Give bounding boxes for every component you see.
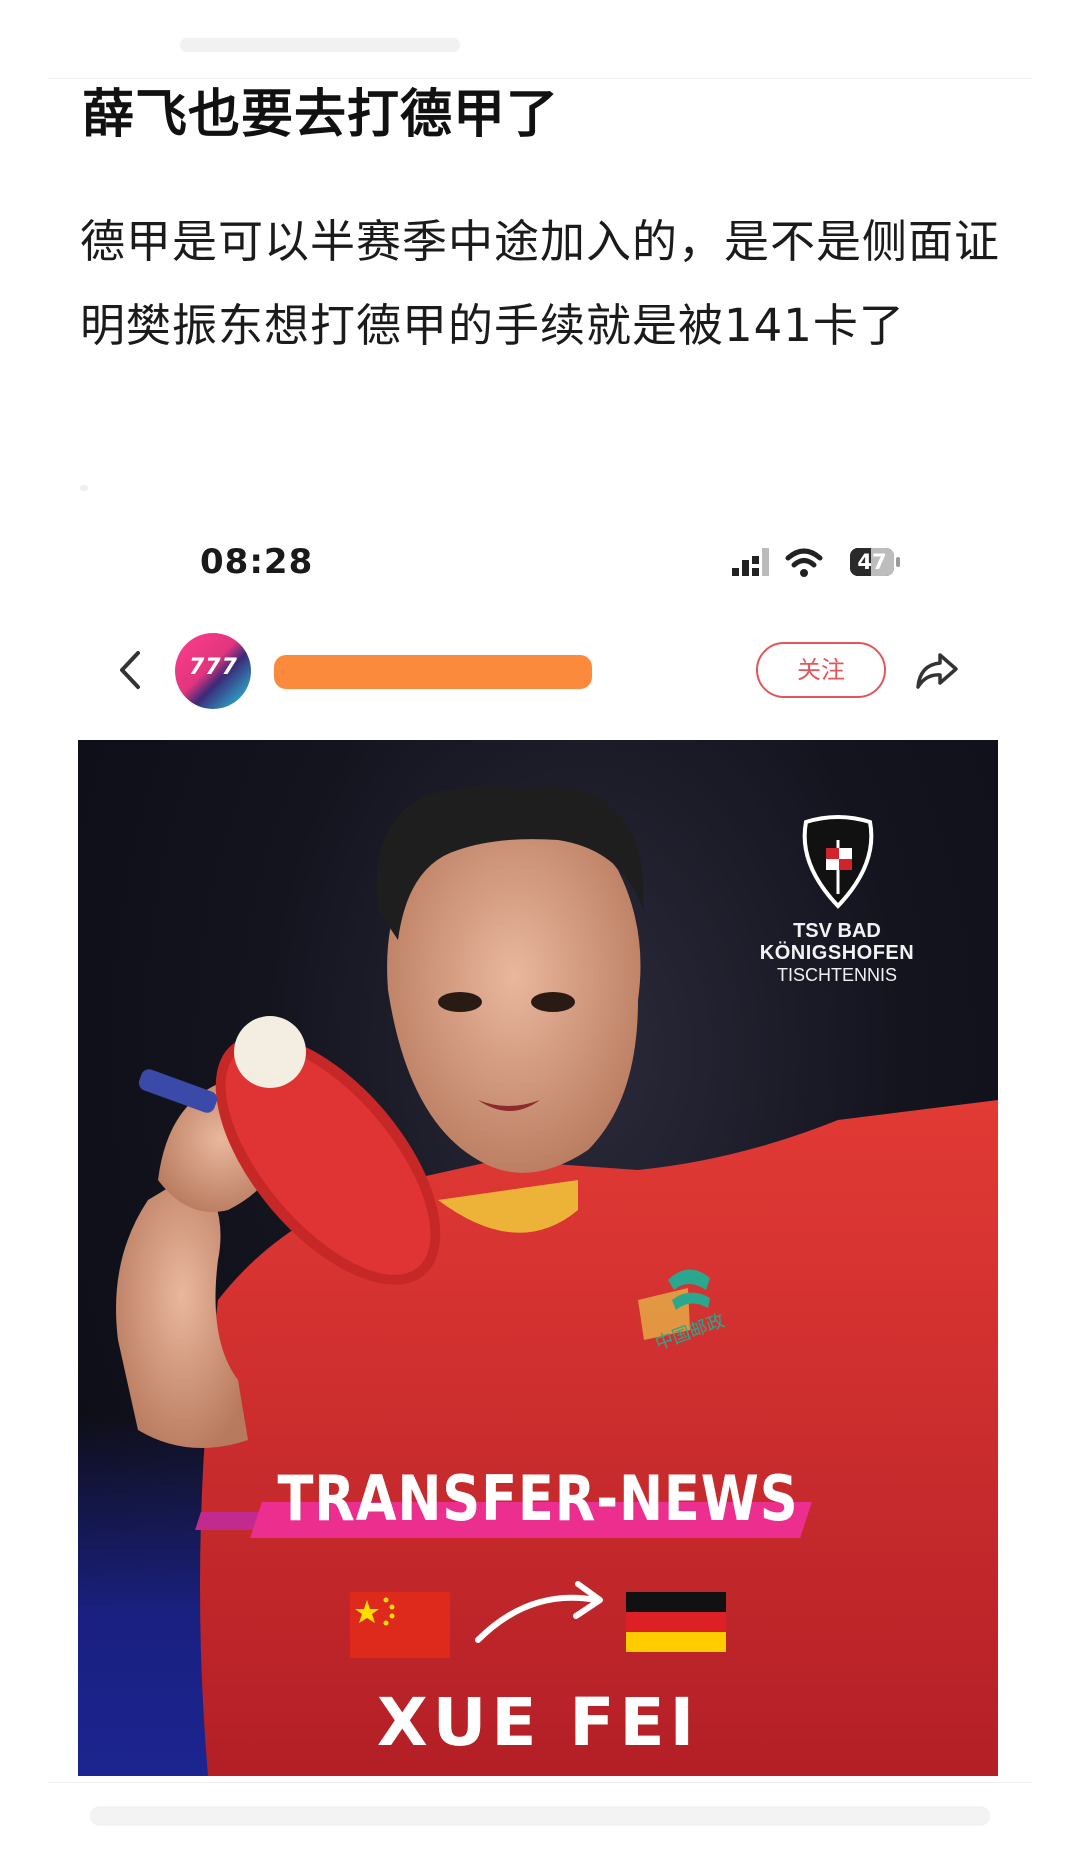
club-line-1: TSV BAD: [793, 920, 881, 942]
image-edge: [80, 485, 88, 491]
redacted-username: [274, 655, 592, 689]
club-line-3: TISCHTENNIS: [776, 965, 897, 985]
battery-text: 47: [857, 550, 887, 574]
status-bar: 08:28 47: [78, 530, 998, 590]
previous-item-stub: [180, 38, 460, 52]
club-name: TSV BAD KÖNIGSHOFEN TISCHTENNIS: [732, 920, 942, 986]
china-flag-icon: [350, 1592, 450, 1658]
player-name: XUE FEI: [376, 1684, 700, 1761]
avatar[interactable]: 777: [175, 633, 251, 709]
club-crest-logo: [802, 815, 874, 909]
status-time: 08:28: [200, 542, 314, 582]
divider: [48, 1782, 1032, 1783]
post-body: 德甲是可以半赛季中途加入的，是不是侧面证明樊振东想打德甲的手续就是被141卡了: [80, 215, 1001, 352]
profile-nav-bar: 777 关注: [78, 625, 998, 715]
germany-flag-icon: [626, 1592, 726, 1652]
next-item-stub: [90, 1806, 990, 1826]
post-title: 薛飞也要去打德甲了: [82, 85, 560, 145]
wifi-icon: [785, 548, 823, 577]
chevron-left-icon[interactable]: [112, 647, 152, 693]
battery-icon: 47: [850, 548, 902, 576]
embedded-screenshot[interactable]: 08:28 47 777 关注 中国邮政 TSV BAD KÖNIGSHOFEN…: [78, 500, 998, 1776]
avatar-mark: 777: [189, 655, 238, 680]
signal-icon: [732, 548, 769, 576]
share-arrow-icon[interactable]: [914, 649, 960, 693]
transfer-headline: TRANSFER-NEWS: [277, 1462, 799, 1535]
arrow-right-icon: [475, 1581, 603, 1643]
club-line-2: KÖNIGSHOFEN: [759, 942, 915, 964]
status-icons: 47: [730, 542, 910, 582]
follow-button[interactable]: 关注: [756, 642, 886, 698]
transfer-poster: 中国邮政 TSV BAD KÖNIGSHOFEN TISCHTENNIS TRA…: [78, 740, 998, 1776]
